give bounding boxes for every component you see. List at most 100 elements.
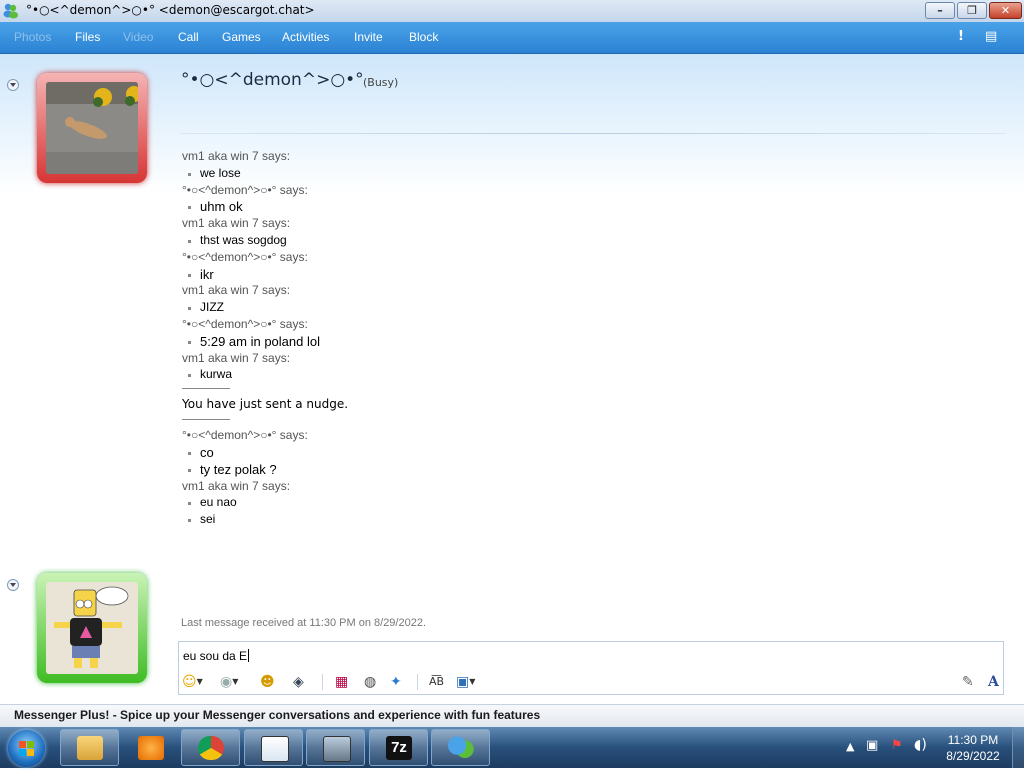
maximize-button[interactable]: ❐ [957,2,987,19]
collapse-contact-picture-button[interactable] [7,79,19,91]
cartoon-character-image [46,582,138,674]
chevron-down-icon: ▼ [196,677,203,686]
pen-icon: ✎ [962,674,974,690]
sound-button[interactable]: ◍ [364,672,376,692]
taskbar-notepad[interactable] [244,729,303,766]
chat-message: thst was sogdog [182,233,682,250]
menu-photos[interactable]: Photos [14,30,51,44]
message-input-value: eu sou da E [183,649,248,663]
chat-message: ikr [182,267,682,284]
voice-clip-button[interactable]: ◈ [293,672,304,692]
close-button[interactable]: ✕ [989,2,1022,19]
menu-block[interactable]: Block [409,30,438,44]
emoticon-button[interactable]: ☺▼ [182,672,203,692]
show-desktop-button[interactable] [1012,727,1024,768]
action-center-icon[interactable]: ⚑ [891,738,903,753]
sender-header: vm1 aka win 7 says: [182,478,291,493]
menu-games[interactable]: Games [222,30,261,44]
menu-call[interactable]: Call [178,30,199,44]
games-icon: ✦ [390,674,402,690]
sound-icon: ◍ [364,674,377,690]
minimize-button[interactable]: – [925,2,955,19]
chat-message: eu nao [182,495,682,512]
sender-header: vm1 aka win 7 says: [182,216,291,231]
options-menu-icon[interactable]: ▤ [985,29,997,44]
spellcheck-button[interactable]: A͞B [429,672,444,692]
font-button[interactable]: A [988,672,999,692]
message-input-text[interactable]: eu sou da E [183,649,250,663]
chat-message: we lose [182,166,682,183]
text-caret [248,649,250,662]
taskbar-task-manager[interactable] [306,729,365,766]
chat-message: co [182,445,682,462]
font-icon: A [988,674,999,690]
folder-icon [77,736,103,760]
7zip-icon: 7z [386,736,412,760]
title-bar: °•○<^demon^>○•° <demon@escargot.chat> – … [0,0,1024,23]
taskbar-7zip[interactable]: 7z [369,729,428,766]
chat-message: sei [182,512,682,529]
cat-photo-image [46,82,138,174]
handwriting-button[interactable]: ✎ [962,672,974,692]
chat-message: 5:29 am in poland lol [182,334,682,351]
menu-activities[interactable]: Activities [282,30,329,44]
games-button[interactable]: ✦ [390,672,402,692]
chat-message: kurwa [182,367,682,384]
messenger-plus-text: Messenger Plus! - Spice up your Messenge… [14,708,541,722]
sender-header: °•○<^demon^>○•° says: [182,428,308,443]
taskbar-chrome[interactable] [181,729,240,766]
header-divider [180,133,1006,134]
messenger-buddy-icon[interactable] [2,2,19,19]
task-manager-icon [323,736,351,762]
sender-header: °•○<^demon^>○•° says: [182,249,308,264]
wink-button[interactable]: ◉▼ [220,672,238,692]
chevron-down-icon: ▼ [469,677,476,686]
voice-clip-icon: ◈ [293,674,304,690]
alert-icon[interactable]: ! [958,29,964,44]
nudge-icon: ☻ [260,674,275,690]
system-notice: You have just sent a nudge. [182,397,349,412]
contact-name: °•○<^demon^>○•° [181,70,364,90]
contact-status: (Busy) [363,76,399,89]
menu-video[interactable]: Video [123,30,153,44]
taskbar-messenger[interactable] [431,729,490,766]
send-files-button[interactable]: ▣▼ [456,672,475,692]
sender-header: vm1 aka win 7 says: [182,149,291,163]
clock-time: 11:30 PM [947,733,999,747]
chat-message: ty tez polak ? [182,462,682,479]
background-icon: ▦ [335,674,349,690]
my-display-picture[interactable] [37,573,147,683]
volume-icon[interactable]: ◖) [914,737,927,753]
smiley-icon: ☺ [182,674,197,690]
menu-invite[interactable]: Invite [354,30,383,44]
start-button[interactable] [8,730,45,767]
spellcheck-icon: A͞B [429,675,445,688]
nudge-separator [182,388,230,390]
chat-message: uhm ok [182,199,682,216]
restore-icon: ❐ [967,4,977,17]
sender-header: °•○<^demon^>○•° says: [182,316,308,331]
messenger-plus-banner[interactable]: Messenger Plus! - Spice up your Messenge… [0,704,1024,727]
window-title: °•○<^demon^>○•° <demon@escargot.chat> [26,3,315,17]
toolbar-divider [417,674,418,690]
collapse-my-picture-button[interactable] [7,579,19,591]
taskbar-explorer[interactable] [60,729,119,766]
minimize-icon: – [937,4,943,17]
chevron-down-icon: ▼ [232,677,239,686]
menu-files[interactable]: Files [75,30,100,44]
nudge-button[interactable]: ☻ [260,672,275,692]
network-icon[interactable]: ▣ [866,738,878,753]
system-clock[interactable]: 11:30 PM 8/29/2022 [938,732,1008,764]
sender-header: vm1 aka win 7 says: [182,283,291,298]
show-hidden-icons-button[interactable]: ▲ [846,740,854,753]
contact-display-picture[interactable] [37,73,147,183]
conversation-menu-bar: Photos Files Video Call Games Activities… [0,22,1024,54]
windows-logo-icon [19,741,34,756]
taskbar-media-player[interactable] [121,729,180,766]
chrome-icon [198,736,224,760]
messenger-icon [448,736,474,760]
media-player-icon [138,736,164,760]
chat-message: JIZZ [182,300,682,317]
wink-icon: ◉ [220,674,233,690]
background-button[interactable]: ▦ [335,672,348,692]
